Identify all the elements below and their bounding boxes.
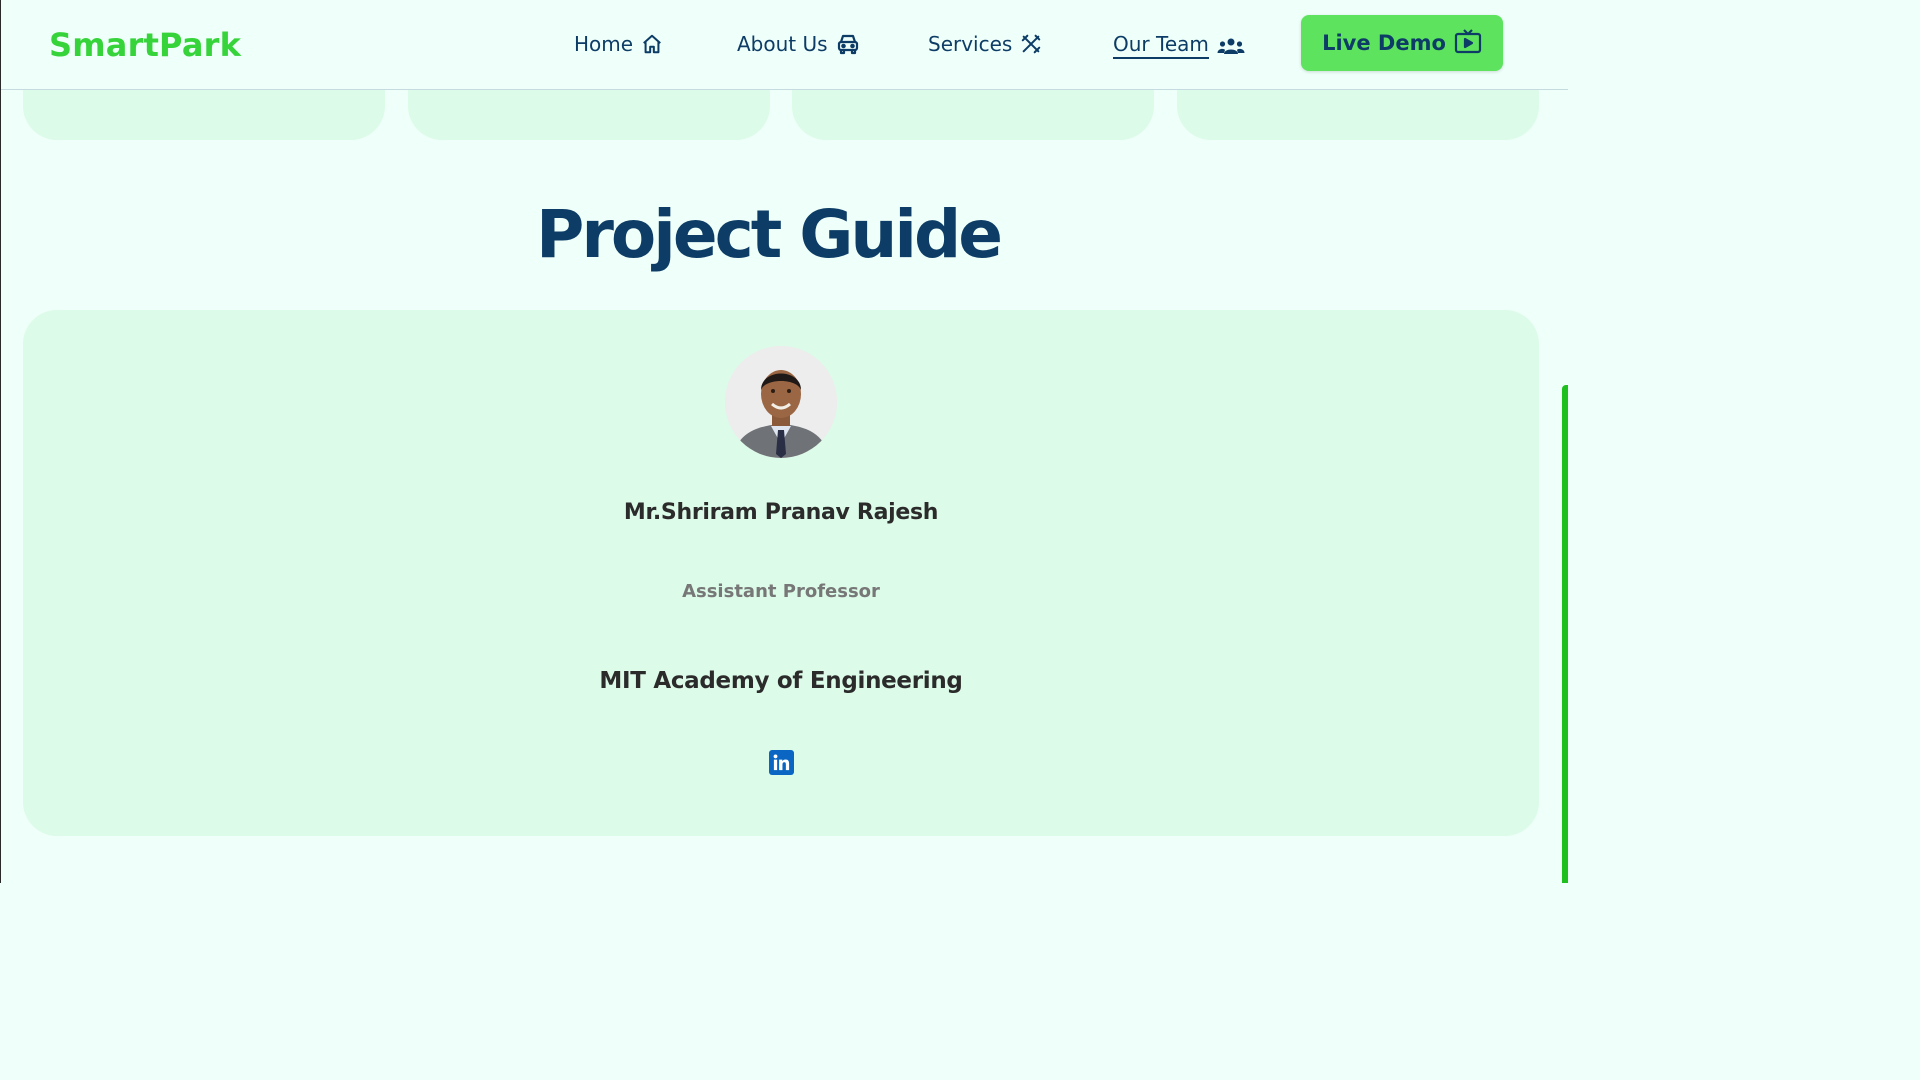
- section-title: Project Guide: [535, 196, 1003, 273]
- nav-item-about[interactable]: About Us: [737, 32, 860, 56]
- guide-role: Assistant Professor: [682, 581, 880, 602]
- guide-card: Mr.Shriram Pranav Rajesh Assistant Profe…: [23, 310, 1539, 836]
- nav-label: About Us: [737, 32, 828, 56]
- car-icon: [836, 33, 860, 55]
- guide-name: Mr.Shriram Pranav Rajesh: [623, 500, 939, 525]
- nav-label: Services: [928, 32, 1013, 56]
- avatar: [725, 346, 837, 458]
- page: SmartPark Home About Us Services Our Tea…: [0, 0, 1568, 883]
- linkedin-icon[interactable]: [769, 750, 794, 775]
- home-icon: [641, 33, 663, 55]
- nav-item-services[interactable]: Services: [928, 32, 1042, 56]
- live-demo-button[interactable]: Live Demo: [1301, 15, 1503, 71]
- brand-logo[interactable]: SmartPark: [49, 26, 241, 64]
- guide-organization: MIT Academy of Engineering: [599, 668, 963, 694]
- nav-label: Home: [574, 32, 634, 56]
- live-demo-label: Live Demo: [1322, 31, 1446, 55]
- nav-item-our-team[interactable]: Our Team: [1113, 32, 1245, 59]
- nav-item-home[interactable]: Home: [574, 32, 663, 56]
- nav-label: Our Team: [1113, 32, 1209, 59]
- navbar: SmartPark Home About Us Services Our Tea…: [1, 0, 1568, 90]
- scrollbar[interactable]: [1562, 385, 1568, 883]
- tv-play-icon: [1454, 28, 1482, 59]
- tools-icon: [1020, 33, 1042, 55]
- users-icon: [1217, 36, 1245, 56]
